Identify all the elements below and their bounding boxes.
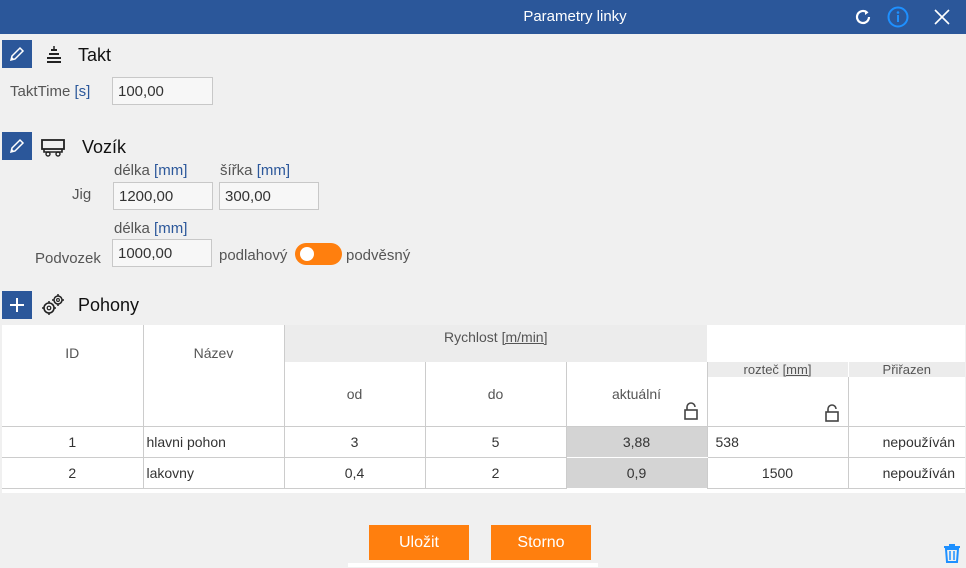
pohony-table: ID Název Rychlost [m/min] od do aktuální… (2, 325, 965, 493)
edit-takt-button[interactable] (2, 40, 32, 68)
row-prirazen[interactable]: nepoužíván (848, 426, 965, 458)
plus-icon (10, 298, 24, 312)
refresh-icon[interactable] (852, 6, 874, 28)
roztec-header: rozteč [mm] (707, 362, 849, 377)
edit-vozik-button[interactable] (2, 132, 32, 160)
row-roztec[interactable]: 538 (707, 426, 849, 458)
lock-icon[interactable] (683, 401, 699, 420)
podvozek-label: Podvozek (35, 250, 101, 267)
table-row[interactable]: 1 hlavni pohon 3 5 3,88 538 nepoužíván (2, 426, 965, 458)
vozik-section-title: Vozík (82, 137, 127, 157)
row-od[interactable]: 3 (284, 426, 426, 458)
jig-length-input[interactable] (113, 182, 213, 210)
pohony-section-title: Pohony (78, 295, 140, 315)
stack-icon (41, 43, 67, 67)
jig-label: Jig (72, 186, 92, 203)
trash-icon[interactable] (943, 543, 961, 568)
dialog-title: Parametry linky (523, 8, 627, 25)
pohony-grid: ID Název Rychlost [m/min] od do aktuální… (2, 325, 965, 489)
od-header: od (284, 362, 426, 427)
row-id: 2 (2, 457, 144, 489)
table-row[interactable]: 2 lakovny 0,4 2 0,9 1500 nepoužíván (2, 457, 965, 489)
podvozek-length-label: délka [mm] (114, 220, 188, 237)
prirazen-header: Přiřazen (848, 362, 965, 377)
info-icon[interactable] (887, 6, 909, 28)
rychlost-header: Rychlost [m/min] (284, 325, 707, 362)
add-pohon-button[interactable] (2, 291, 32, 319)
save-button[interactable]: Uložit (369, 525, 469, 560)
takt-time-input[interactable] (112, 77, 213, 105)
bottom-divider (348, 563, 598, 567)
row-id: 1 (2, 426, 144, 458)
podvozek-length-input[interactable] (112, 239, 212, 267)
cancel-button[interactable]: Storno (491, 525, 591, 560)
toggle-right-label: podvěsný (346, 247, 411, 264)
jig-width-label: šířka [mm] (220, 162, 291, 179)
do-header: do (425, 362, 567, 427)
roztec-lock-cell (707, 377, 849, 427)
close-icon[interactable] (931, 6, 953, 28)
pencil-icon (9, 46, 25, 62)
row-od[interactable]: 0,4 (284, 457, 426, 489)
jig-length-label: délka [mm] (114, 162, 188, 179)
nazev-header: Název (143, 325, 285, 427)
row-do[interactable]: 5 (425, 426, 567, 458)
jig-width-input[interactable] (219, 182, 319, 210)
row-nazev[interactable]: hlavni pohon (143, 426, 285, 458)
row-nazev[interactable]: lakovny (143, 457, 285, 489)
row-roztec[interactable]: 1500 (707, 457, 849, 489)
title-bar: Parametry linky (0, 0, 966, 34)
pencil-icon (9, 138, 25, 154)
mounting-toggle[interactable] (295, 243, 342, 265)
row-do[interactable]: 2 (425, 457, 567, 489)
id-header: ID (2, 325, 144, 427)
toggle-knob (300, 247, 314, 261)
cart-icon (40, 135, 66, 159)
lock-icon[interactable] (824, 403, 840, 422)
row-aktualni: 0,9 (566, 457, 708, 488)
row-aktualni: 3,88 (566, 426, 708, 458)
aktualni-header: aktuální (566, 362, 708, 427)
row-prirazen[interactable]: nepoužíván (848, 457, 965, 489)
gears-icon (40, 293, 66, 317)
takt-time-label: TaktTime [s] (10, 83, 91, 100)
toggle-left-label: podlahový (219, 247, 288, 264)
takt-section-title: Takt (78, 45, 112, 65)
